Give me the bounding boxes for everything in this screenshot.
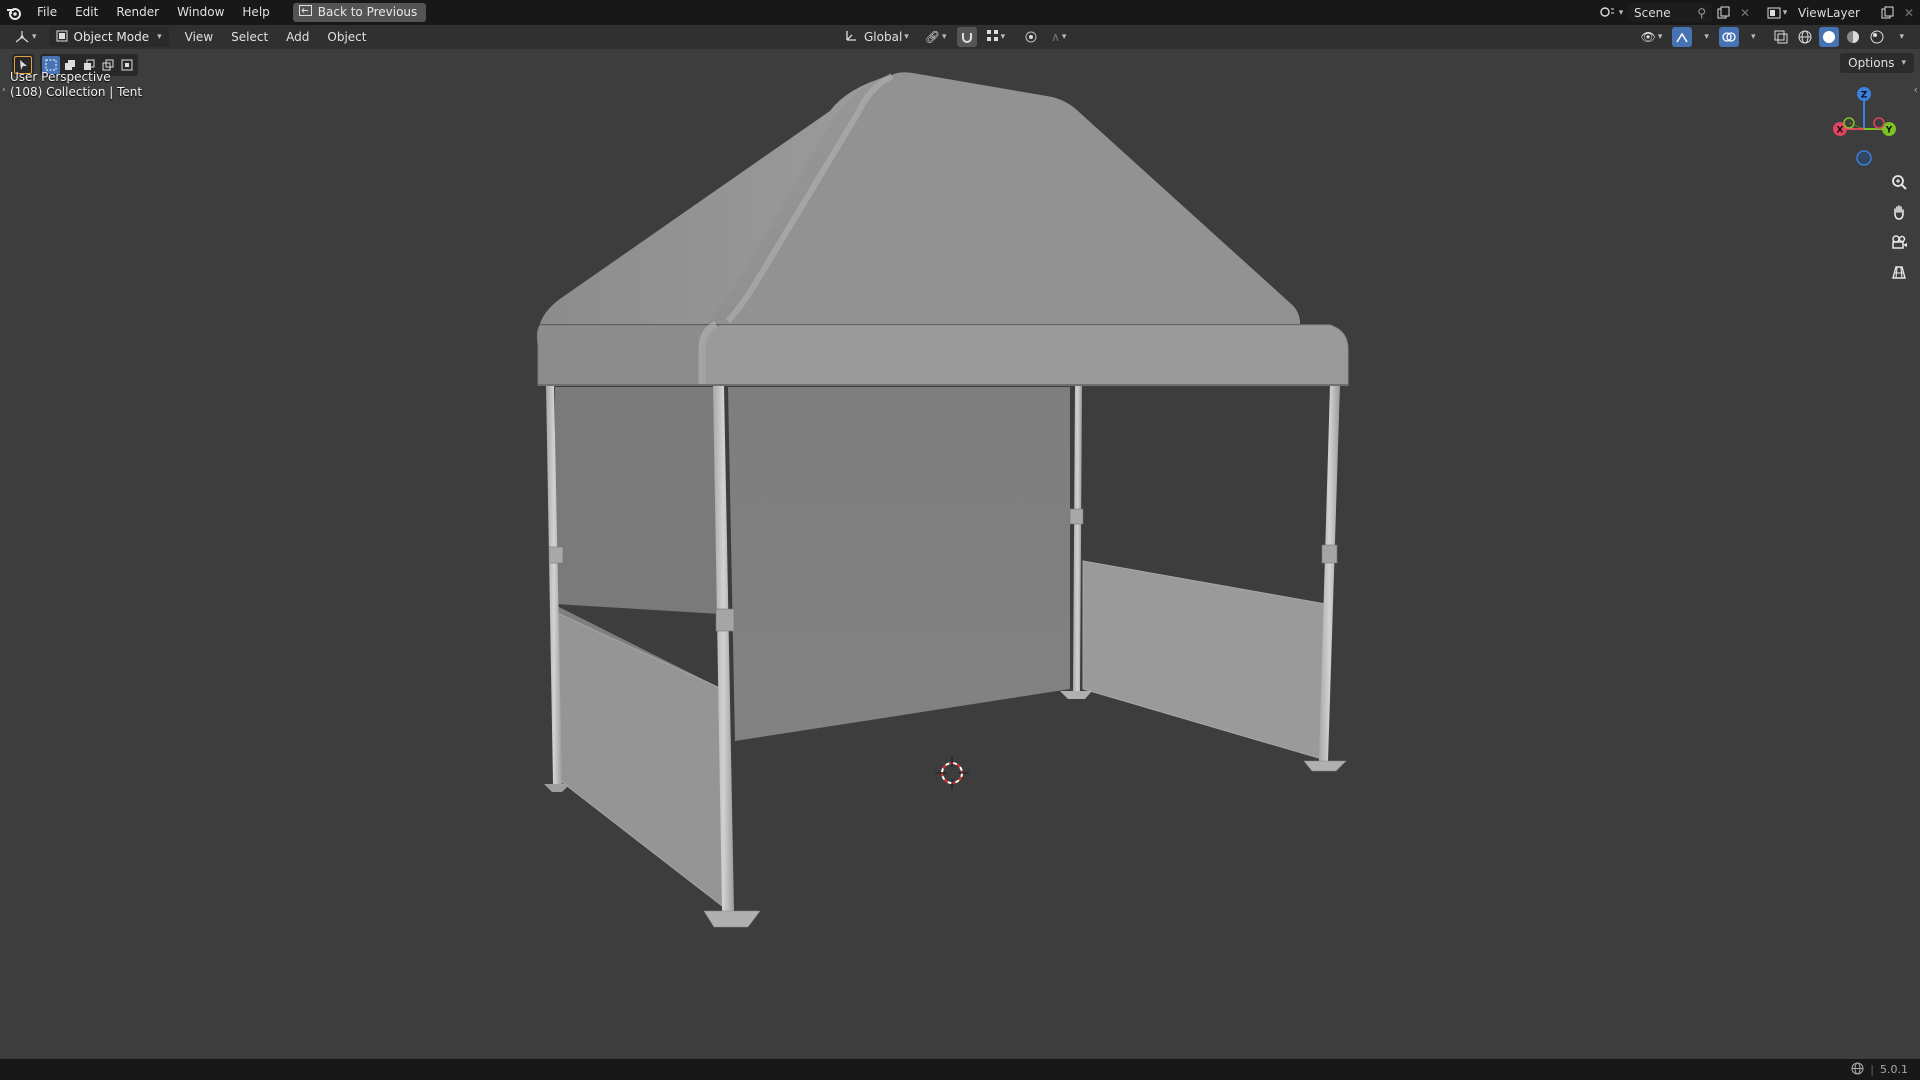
pole-back-right — [1073, 385, 1082, 691]
falloff-curve-icon: ∧ — [1051, 30, 1060, 44]
solid-shading-icon[interactable] — [1819, 27, 1840, 47]
chevron-down-icon: ▾ — [157, 32, 162, 42]
3d-cursor-icon — [935, 756, 969, 790]
delete-scene-icon[interactable]: ✕ — [1734, 3, 1756, 22]
navigation-gizmo[interactable]: Z Y X — [1824, 85, 1904, 175]
menu-view[interactable]: View — [179, 27, 219, 47]
menu-add[interactable]: Add — [280, 27, 315, 47]
perspective-label: User Perspective — [10, 70, 111, 84]
collection-label: (108) Collection | Tent — [10, 85, 143, 99]
editor-3d-viewport-icon — [15, 31, 29, 43]
options-dropdown[interactable]: Options ▾ — [1840, 53, 1914, 73]
back-screen-icon — [298, 3, 312, 22]
shading-dropdown[interactable]: ▾ — [1891, 27, 1910, 47]
object-mode-icon — [56, 30, 68, 45]
menu-window[interactable]: Window — [168, 0, 233, 25]
overlays-toggle-icon[interactable] — [1718, 27, 1739, 47]
overlays-dropdown[interactable]: ▾ — [1743, 27, 1762, 47]
pin-icon[interactable]: ⚲ — [1697, 6, 1706, 20]
xray-toggle-icon[interactable] — [1771, 27, 1791, 47]
orientation-axes-icon — [844, 29, 858, 46]
wireframe-shading-icon[interactable] — [1795, 27, 1815, 47]
menu-render[interactable]: Render — [107, 0, 168, 25]
sidebar-toggle-icon[interactable]: ‹ — [1914, 83, 1918, 96]
new-scene-icon[interactable] — [1712, 3, 1734, 22]
scene-name-field[interactable]: Scene ⚲ — [1628, 3, 1712, 22]
viewport-display-tools: 👁︎ ▾ ▾ ▾ ▾ — [1635, 27, 1910, 47]
falloff-dropdown[interactable]: ∧ ▾ — [1045, 27, 1072, 47]
menu-select[interactable]: Select — [225, 27, 274, 47]
pivot-link-icon: 🔗︎ — [924, 30, 941, 44]
tent-roof-valance-left — [536, 324, 721, 386]
gizmo-toggle-icon[interactable] — [1672, 27, 1693, 47]
expand-arrow-icon[interactable]: › — [2, 85, 6, 95]
globe-icon — [1851, 1062, 1864, 1078]
tent-back-wall — [728, 387, 1070, 741]
object-mode-dropdown[interactable]: Object Mode ▾ — [48, 27, 169, 47]
menu-object[interactable]: Object — [321, 27, 372, 47]
pole-front-right — [1319, 385, 1340, 761]
pan-hand-icon[interactable] — [1886, 199, 1912, 225]
back-to-previous-button[interactable]: Back to Previous — [292, 3, 427, 22]
editor-type-button[interactable]: ▾ — [8, 27, 43, 47]
right-half-wall — [1082, 560, 1327, 760]
tent-left-wall — [555, 387, 720, 614]
gizmo-x-label: X — [1837, 126, 1844, 136]
tent-model[interactable] — [0, 49, 1920, 1059]
view-layer-name: ViewLayer — [1798, 5, 1860, 20]
transform-orientation-dropdown[interactable]: Global ▾ — [838, 27, 915, 47]
top-right-controls: ▾ Scene ⚲ ✕ ▾ ViewLayer ✕ — [1596, 0, 1920, 25]
snap-grid-icon — [986, 29, 999, 45]
gizmo-z-label: Z — [1861, 91, 1868, 101]
menu-file[interactable]: File — [28, 0, 66, 25]
visibility-dropdown[interactable]: 👁︎ ▾ — [1635, 27, 1669, 47]
select-intersect-icon[interactable] — [118, 56, 136, 74]
camera-view-icon[interactable] — [1886, 229, 1912, 255]
left-half-wall — [552, 610, 727, 911]
snap-magnet-icon[interactable] — [956, 27, 977, 47]
chevron-down-icon: ▾ — [1901, 58, 1906, 68]
view-layer-name-field[interactable]: ViewLayer — [1792, 3, 1876, 22]
gizmo-y-label: Y — [1885, 126, 1893, 136]
back-to-previous-label: Back to Previous — [317, 5, 418, 19]
menu-help[interactable]: Help — [233, 0, 278, 25]
scene-browse-icon[interactable]: ▾ — [1596, 3, 1626, 22]
material-shading-icon[interactable] — [1843, 27, 1863, 47]
status-bar: | 5.0.1 — [0, 1059, 1920, 1080]
view-layer-browse-icon[interactable]: ▾ — [1762, 3, 1792, 22]
version-label: 5.0.1 — [1880, 1063, 1908, 1076]
rendered-shading-icon[interactable] — [1867, 27, 1887, 47]
transform-orientation-label: Global — [864, 30, 903, 44]
blender-logo-icon[interactable] — [0, 0, 28, 25]
transform-tools: Global ▾ 🔗︎ ▾ ▾ ∧ ▾ — [838, 27, 1072, 47]
3d-viewport[interactable]: User Perspective (108) Collection | Tent… — [0, 49, 1920, 1059]
new-view-layer-icon[interactable] — [1876, 3, 1898, 22]
top-menu-bar: File Edit Render Window Help Back to Pre… — [0, 0, 1920, 25]
proportional-editing-icon[interactable] — [1021, 27, 1041, 47]
gizmo-dropdown[interactable]: ▾ — [1696, 27, 1715, 47]
pivot-point-dropdown[interactable]: 🔗︎ ▾ — [919, 27, 953, 47]
options-label: Options — [1848, 56, 1895, 70]
menu-edit[interactable]: Edit — [66, 0, 107, 25]
delete-view-layer-icon[interactable]: ✕ — [1898, 3, 1920, 22]
eye-icon: 👁︎ — [1640, 30, 1656, 44]
viewport-header: ▾ Object Mode ▾ View Select Add Object G… — [0, 25, 1920, 49]
tent-roof-valance-front — [699, 324, 1349, 386]
object-mode-label: Object Mode — [73, 30, 150, 44]
scene-name: Scene — [1634, 5, 1671, 20]
orthographic-grid-icon[interactable] — [1886, 259, 1912, 285]
snap-target-dropdown[interactable]: ▾ — [981, 27, 1012, 47]
zoom-icon[interactable] — [1886, 169, 1912, 195]
